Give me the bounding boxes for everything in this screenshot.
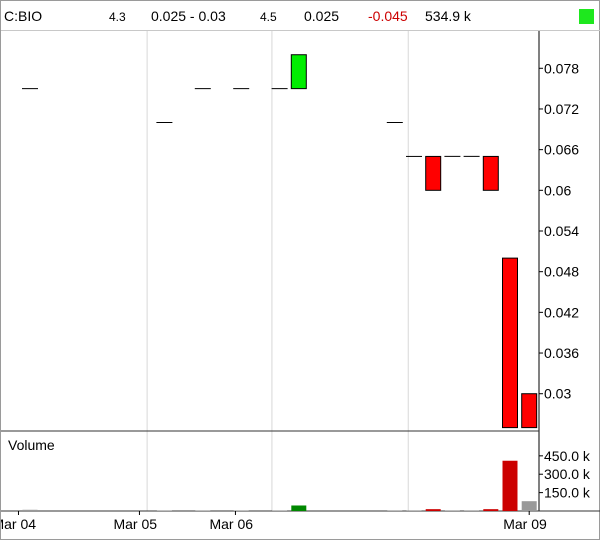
volume-value: 534.9 k [425, 8, 471, 24]
volume-bar [195, 510, 210, 511]
volume-bar [291, 505, 306, 511]
price-tick-label: 0.048 [544, 264, 579, 280]
price-tick-label: 0.036 [544, 345, 579, 361]
candle-down [522, 394, 537, 428]
volume-bar [503, 461, 518, 511]
bid-ask-value: 0.025 - 0.03 [151, 8, 226, 24]
change-value: -0.045 [368, 8, 408, 24]
price-tick-label: 0.03 [544, 386, 571, 402]
volume-tick-label: 300.0 k [544, 466, 591, 482]
ask-size-value: 4.5 [260, 10, 277, 24]
price-tick-label: 0.06 [544, 182, 571, 198]
price-tick-label: 0.054 [544, 223, 579, 239]
candle-down [483, 156, 498, 190]
status-indicator [579, 9, 594, 24]
chart-frame: 0.078 0.072 0.066 0.06 0.054 0.048 0.042 0.036 0… [0, 0, 600, 540]
volume-bar [426, 509, 441, 511]
price-tick-label: 0.072 [544, 101, 579, 117]
date-label: Mar 09 [503, 516, 547, 532]
last-price-value: 0.025 [304, 8, 339, 24]
price-tick-label: 0.078 [544, 60, 579, 76]
volume-bar [522, 501, 537, 511]
price-chart[interactable]: 0.078 0.072 0.066 0.06 0.054 0.048 0.042 0.036 0… [1, 1, 600, 541]
symbol-label: C:BIO [4, 8, 42, 24]
candle-down [426, 156, 441, 190]
volume-bar [234, 510, 249, 511]
price-tick-label: 0.042 [544, 304, 579, 320]
date-label: Mar 05 [113, 516, 157, 532]
volume-bar [23, 510, 38, 511]
volume-tick-label: 450.0 k [544, 448, 591, 464]
volume-bar [272, 510, 287, 511]
price-tick-label: 0.066 [544, 142, 579, 158]
volume-bar [157, 510, 172, 511]
volume-tick-label: 150.0 k [544, 485, 591, 501]
candle-up [291, 55, 306, 89]
volume-panel-label: Volume [8, 437, 55, 453]
bid-size-value: 4.3 [109, 10, 126, 24]
date-label: Mar 04 [1, 516, 36, 532]
volume-bar [483, 509, 498, 511]
date-label: Mar 06 [209, 516, 253, 532]
candle-down [503, 258, 518, 427]
quote-bar: C:BIO 4.3 0.025 - 0.03 4.5 0.025 -0.045 … [1, 1, 600, 31]
